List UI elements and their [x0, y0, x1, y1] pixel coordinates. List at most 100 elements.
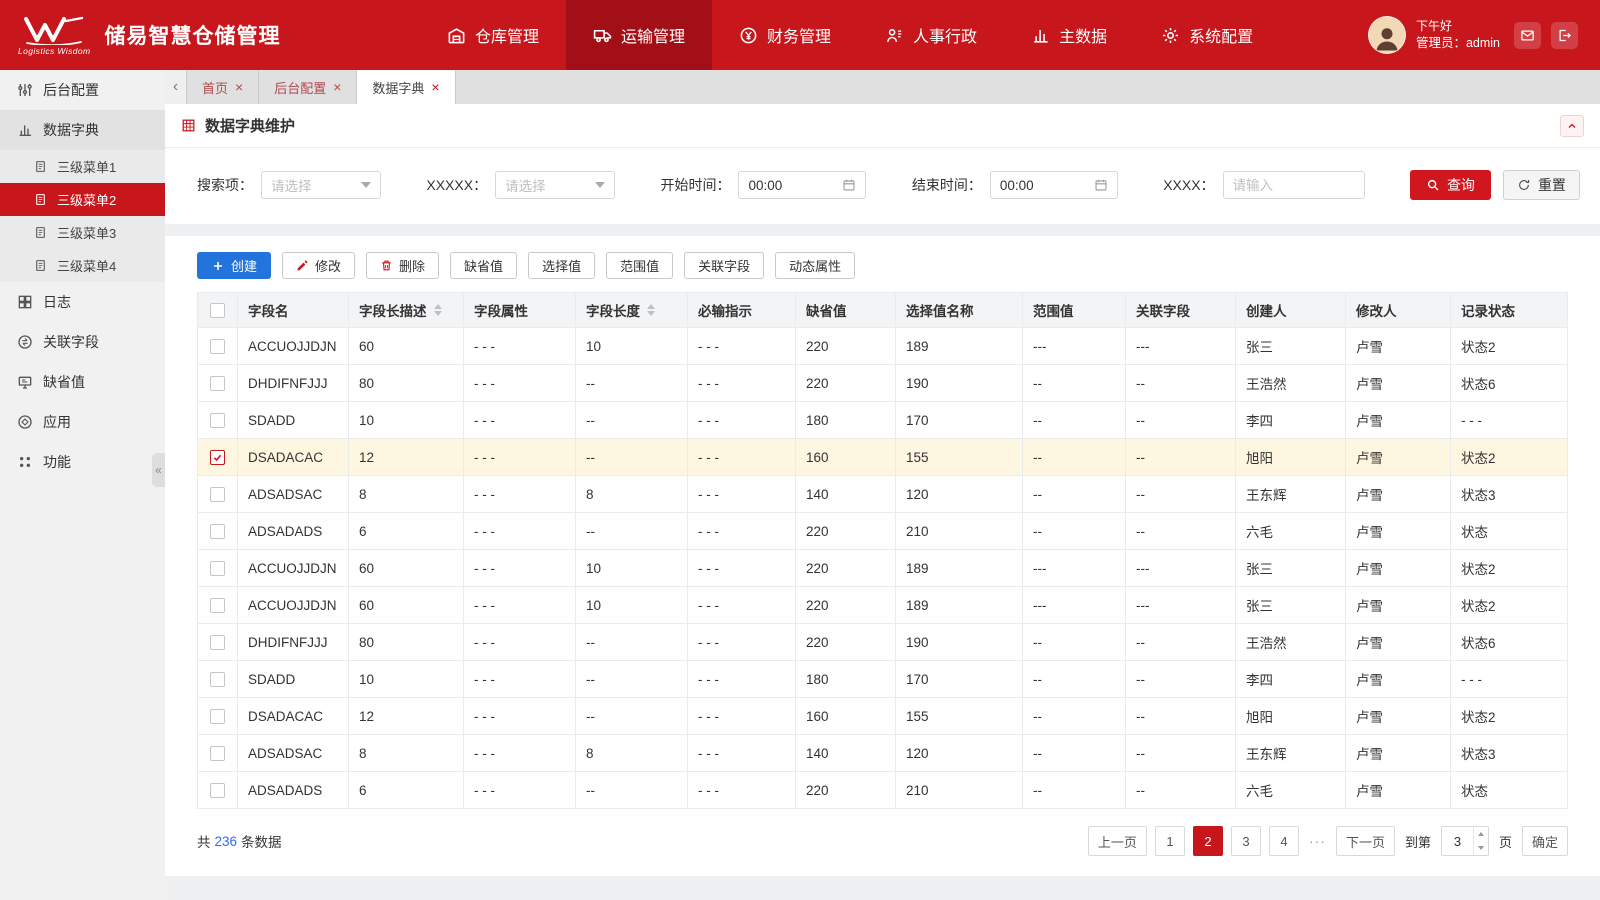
- pagination-next-button[interactable]: 下一页: [1335, 826, 1395, 856]
- mail-button[interactable]: [1514, 21, 1541, 49]
- toolbar-button[interactable]: 缺省值: [450, 252, 518, 279]
- sort-desc-icon: [647, 311, 655, 316]
- table-cell: 张三: [1235, 327, 1346, 365]
- pagination-page-button[interactable]: 4: [1268, 826, 1299, 856]
- logout-button[interactable]: [1551, 21, 1578, 49]
- row-checkbox[interactable]: [210, 486, 225, 502]
- close-icon[interactable]: ×: [235, 79, 243, 95]
- row-checkbox[interactable]: [210, 338, 225, 354]
- calendar-icon: [1094, 178, 1108, 192]
- sidebar-collapse-handle[interactable]: «: [152, 453, 165, 487]
- row-checkbox[interactable]: [210, 597, 225, 613]
- row-checkbox[interactable]: [210, 523, 225, 539]
- table-cell: 王浩然: [1235, 364, 1346, 402]
- table-cell: --: [1022, 438, 1126, 476]
- close-icon[interactable]: ×: [333, 79, 341, 95]
- tab[interactable]: 后台配置 ×: [259, 70, 358, 104]
- nav-item[interactable]: 人事行政: [858, 0, 1004, 70]
- table-cell: - - -: [463, 364, 576, 402]
- panel-collapse-button[interactable]: [1560, 114, 1584, 137]
- table-cell: 10: [575, 327, 688, 365]
- row-checkbox[interactable]: [210, 449, 225, 465]
- sort-icon[interactable]: [647, 304, 655, 316]
- pagination-prev-button[interactable]: 上一页: [1087, 826, 1147, 856]
- search-select[interactable]: 请选择: [261, 171, 381, 199]
- tab-back-button[interactable]: ‹: [165, 70, 187, 104]
- nav-item[interactable]: 主数据: [1004, 0, 1134, 70]
- nav-item[interactable]: 运输管理: [566, 0, 713, 70]
- pagination-page-button[interactable]: 2: [1192, 826, 1223, 856]
- sidebar-item[interactable]: 功能: [0, 442, 165, 482]
- query-button[interactable]: 查询: [1409, 170, 1491, 200]
- pagination-page-button[interactable]: 1: [1154, 826, 1185, 856]
- sidebar-item[interactable]: 三级菜单4: [0, 249, 165, 282]
- row-checkbox[interactable]: [210, 375, 225, 391]
- column-header[interactable]: 字段长描述: [348, 292, 464, 328]
- pagination-page-button[interactable]: 3: [1230, 826, 1261, 856]
- nav-item-label: 人事行政: [913, 29, 978, 46]
- reset-button[interactable]: 重置: [1502, 170, 1580, 200]
- chevron-up-icon: [1566, 120, 1578, 132]
- avatar[interactable]: [1367, 16, 1406, 54]
- toolbar-button[interactable]: 修改: [282, 252, 356, 279]
- reset-button-label: 重置: [1537, 177, 1566, 193]
- toolbar-button[interactable]: 选择值: [528, 252, 596, 279]
- table-cell: 189: [895, 586, 1023, 624]
- row-checkbox[interactable]: [210, 745, 225, 761]
- sidebar-item[interactable]: 关联字段: [0, 322, 165, 362]
- toolbar-button[interactable]: 动态属性: [775, 252, 856, 279]
- row-select-cell: [197, 549, 238, 587]
- sidebar-item[interactable]: 应用: [0, 402, 165, 442]
- tab[interactable]: 首页 ×: [187, 70, 260, 104]
- column-header[interactable]: 字段长度: [575, 292, 688, 328]
- xxxxx-select[interactable]: 请选择: [495, 171, 616, 199]
- nav-item[interactable]: 仓库管理: [420, 0, 566, 70]
- goto-page-input[interactable]: 3: [1440, 826, 1489, 856]
- select-all-checkbox[interactable]: [210, 302, 225, 318]
- row-checkbox[interactable]: [210, 560, 225, 576]
- sort-icon[interactable]: [433, 304, 442, 316]
- xxxx-label: XXXX：: [1163, 177, 1215, 193]
- toolbar-button[interactable]: 范围值: [606, 252, 674, 279]
- sidebar-item[interactable]: 日志: [0, 282, 165, 322]
- start-time-input[interactable]: 00:00: [738, 171, 867, 199]
- sidebar-item[interactable]: 三级菜单3: [0, 216, 165, 249]
- row-checkbox[interactable]: [210, 634, 225, 650]
- close-icon[interactable]: ×: [431, 79, 439, 95]
- toolbar-button[interactable]: 关联字段: [684, 252, 765, 279]
- table-cell: - - -: [687, 734, 796, 772]
- row-checkbox[interactable]: [210, 412, 225, 428]
- tab[interactable]: 数据字典 ×: [357, 70, 456, 104]
- nav-item[interactable]: 财务管理: [712, 0, 858, 70]
- row-checkbox[interactable]: [210, 782, 225, 798]
- sidebar-item[interactable]: 三级菜单2: [0, 183, 165, 216]
- toolbar-button[interactable]: 创建: [197, 252, 272, 279]
- table-cell: 189: [895, 327, 1023, 365]
- table-cell: - - -: [463, 697, 576, 735]
- row-checkbox[interactable]: [210, 671, 225, 687]
- table-cell: 状态2: [1450, 327, 1568, 365]
- sidebar-item[interactable]: 缺省值: [0, 362, 165, 402]
- user-area: 下午好 管理员：admin: [1367, 16, 1600, 54]
- sidebar-item[interactable]: 后台配置: [0, 70, 165, 110]
- table-cell: 220: [795, 512, 896, 550]
- sidebar-item-label: 三级菜单3: [57, 226, 117, 241]
- row-select-cell: [197, 475, 238, 513]
- spinner-down-button[interactable]: [1474, 841, 1488, 855]
- toolbar-button[interactable]: 删除: [366, 252, 440, 279]
- sidebar-item-label: 三级菜单4: [57, 259, 117, 274]
- column-header-inner: 字段长度: [586, 300, 677, 320]
- row-checkbox[interactable]: [210, 708, 225, 724]
- nav-item[interactable]: 系统配置: [1134, 0, 1280, 70]
- table-cell: 状态2: [1450, 438, 1568, 476]
- xxxx-input[interactable]: [1222, 171, 1365, 199]
- pagination-confirm-button[interactable]: 确定: [1521, 826, 1568, 856]
- sidebar-item[interactable]: 数据字典: [0, 110, 165, 150]
- end-time-input[interactable]: 00:00: [989, 171, 1118, 199]
- sidebar-item[interactable]: 三级菜单1: [0, 150, 165, 183]
- grid-icon: [181, 118, 196, 133]
- sidebar-item-label: 三级菜单2: [57, 193, 117, 208]
- spinner-up-button[interactable]: [1474, 827, 1488, 841]
- logo-subtitle: Logistics Wisdom: [18, 45, 91, 56]
- table-cell: 10: [575, 549, 688, 587]
